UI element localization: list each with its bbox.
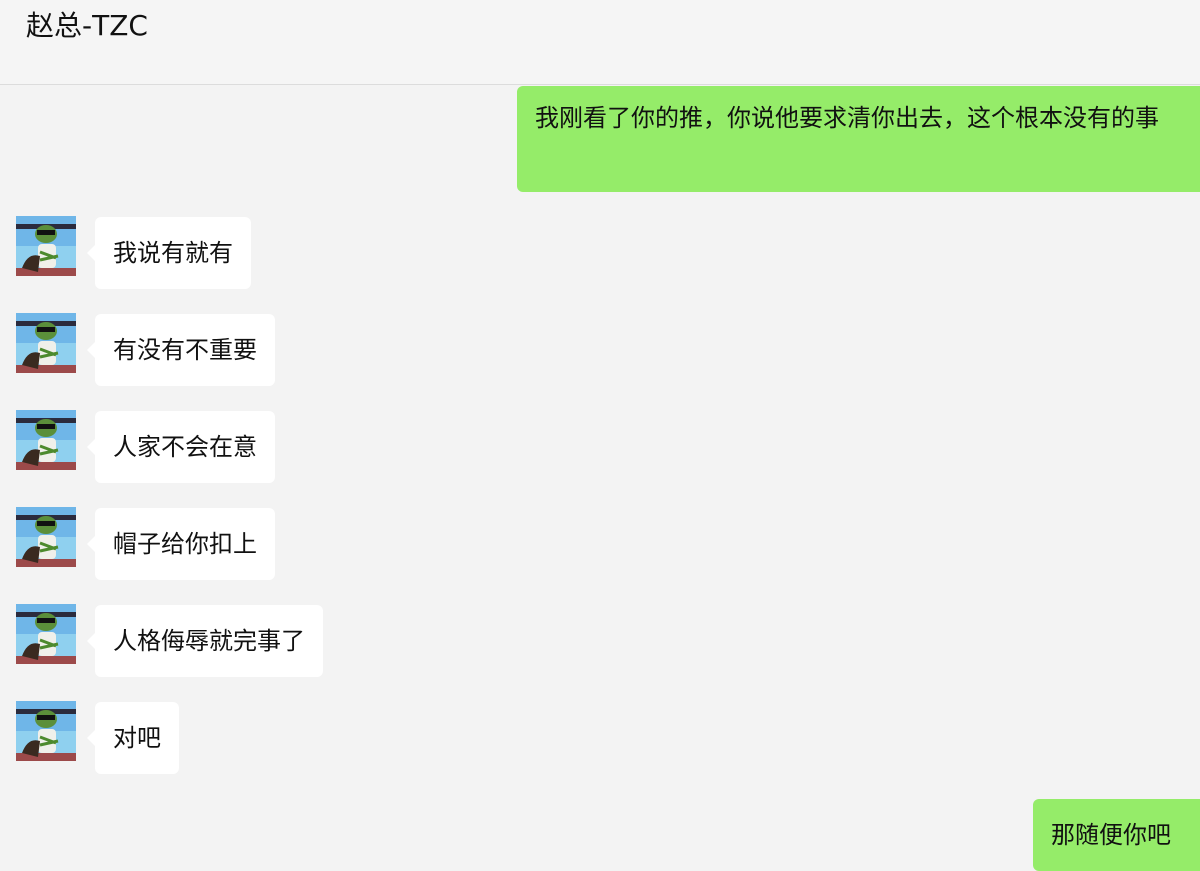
contact-avatar[interactable] <box>16 604 76 664</box>
message-bubble-incoming[interactable]: 我说有就有 <box>87 217 251 289</box>
message-bubble-incoming[interactable]: 有没有不重要 <box>87 314 275 386</box>
frog-avatar-icon <box>16 507 76 567</box>
message-bubble-incoming[interactable]: 对吧 <box>87 702 179 774</box>
contact-avatar[interactable] <box>16 216 76 276</box>
frog-avatar-icon <box>16 604 76 664</box>
contact-avatar[interactable] <box>16 410 76 470</box>
contact-avatar[interactable] <box>16 701 76 761</box>
chat-title: 赵总-TZC <box>26 9 148 42</box>
chat-header: 赵总-TZC <box>0 0 1200 85</box>
message-bubble-outgoing[interactable]: 我刚看了你的推，你说他要求清你出去，这个根本没有的事 <box>517 86 1200 192</box>
frog-avatar-icon <box>16 701 76 761</box>
contact-avatar[interactable] <box>16 507 76 567</box>
message-bubble-incoming[interactable]: 人格侮辱就完事了 <box>87 605 323 677</box>
contact-avatar[interactable] <box>16 313 76 373</box>
frog-avatar-icon <box>16 216 76 276</box>
message-bubble-incoming[interactable]: 帽子给你扣上 <box>87 508 275 580</box>
message-bubble-incoming[interactable]: 人家不会在意 <box>87 411 275 483</box>
message-bubble-outgoing[interactable]: 那随便你吧 <box>1033 799 1200 871</box>
frog-avatar-icon <box>16 313 76 373</box>
frog-avatar-icon <box>16 410 76 470</box>
